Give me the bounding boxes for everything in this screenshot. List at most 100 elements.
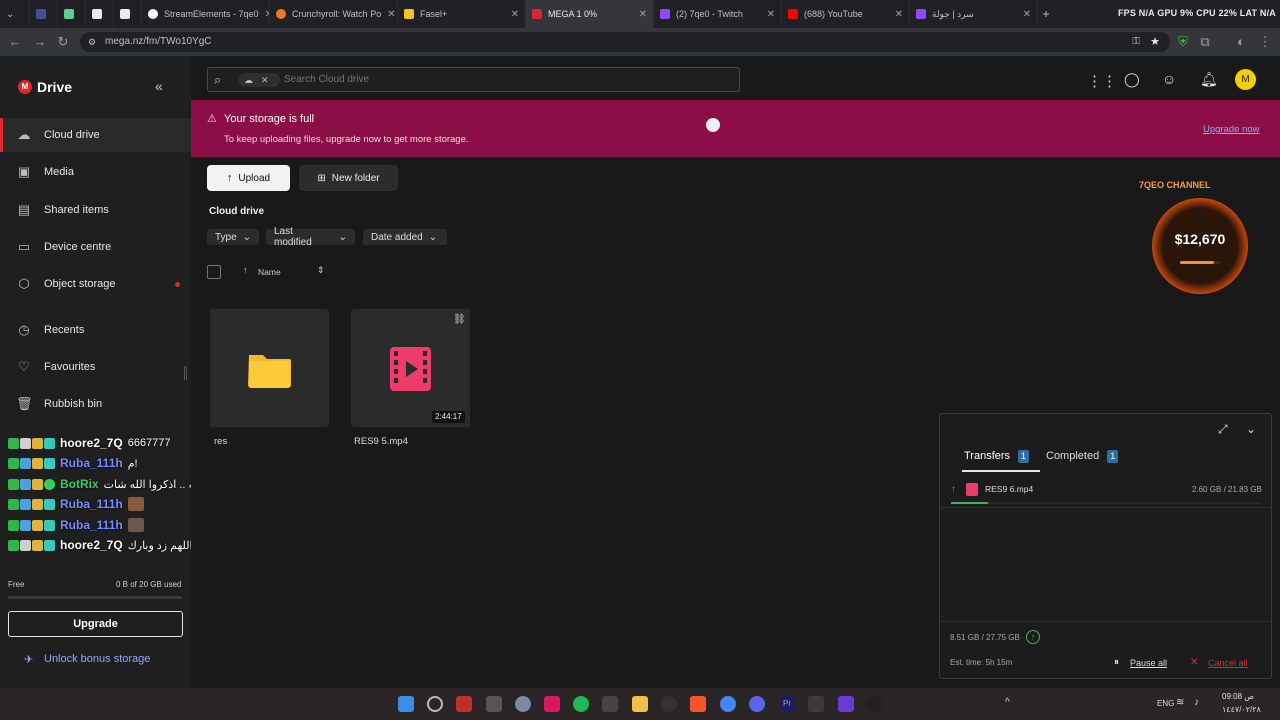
sidebar-item-device-centre[interactable]: ▭ Device centre <box>0 230 191 264</box>
tab-transfers[interactable]: Transfers 1 <box>964 450 1030 463</box>
filter-type[interactable]: Type ⌄ <box>207 229 259 245</box>
app-lightning-icon[interactable] <box>486 696 502 712</box>
sort-arrow-icon[interactable]: ↑ <box>243 265 248 275</box>
pinned-tab[interactable] <box>30 0 58 28</box>
sidebar-item-cloud-drive[interactable]: ☁ Cloud drive <box>0 118 191 152</box>
language-indicator[interactable]: ENG <box>1157 699 1174 708</box>
extension-shield-icon[interactable]: ⛨ <box>1175 34 1191 50</box>
notifications-bell-icon[interactable]: 🔔︎ <box>1200 71 1218 88</box>
clock-date[interactable]: ١٤٤٧/٠٢/٢٨ <box>1222 705 1261 714</box>
settings-gear-icon[interactable] <box>515 696 531 712</box>
tab-crunchyroll[interactable]: Crunchyroll: Watch Po ✕ <box>270 0 398 28</box>
tab-twitch-2[interactable]: سرد | جولة ✕ <box>910 0 1038 28</box>
new-tab-button[interactable]: + <box>1038 7 1054 21</box>
video-file-tile[interactable]: ⛓ 2:44:17 <box>351 309 470 427</box>
contacts-icon[interactable]: ☺ <box>1162 71 1176 87</box>
tab-menu-button[interactable]: ⌄ <box>0 0 30 28</box>
cancel-all-button[interactable]: Cancel all <box>1208 658 1248 668</box>
search-bar[interactable]: ⌕ ☁ ✕ <box>207 67 740 92</box>
site-info-icon[interactable]: ⚙ <box>88 32 96 52</box>
forward-icon[interactable]: → <box>32 34 48 50</box>
profile-icon[interactable]: ◐ <box>1233 34 1249 50</box>
collapse-sidebar-icon[interactable]: « <box>155 78 163 94</box>
sidebar-item-shared-items[interactable]: ▤ Shared items <box>0 193 191 227</box>
close-icon[interactable]: ✕ <box>761 9 775 20</box>
close-icon[interactable]: ✕ <box>381 9 395 20</box>
start-menu-icon[interactable] <box>398 696 414 712</box>
sidebar-item-favourites[interactable]: ♡ Favourites <box>0 350 191 384</box>
browser-menu-icon[interactable]: ⋮ <box>1257 34 1273 50</box>
tab-twitch[interactable]: (2) 7qe0 - Twitch ✕ <box>654 0 782 28</box>
chat-icon[interactable]: ◯ <box>1124 71 1140 88</box>
bookmark-star-icon[interactable]: ★ <box>1150 32 1160 52</box>
clear-scope-icon[interactable]: ✕ <box>261 75 269 85</box>
tab-streamelements[interactable]: StreamElements - 7qe0✕ <box>142 0 270 28</box>
column-sort-icon[interactable]: ⇕ <box>317 265 325 276</box>
unlock-bonus-storage-link[interactable]: Unlock bonus storage <box>44 653 150 665</box>
reload-icon[interactable]: ↻ <box>55 34 71 50</box>
close-icon[interactable]: ✕ <box>1017 9 1031 20</box>
sidebar-item-recents[interactable]: ◷ Recents <box>0 313 191 347</box>
chrome-icon[interactable] <box>720 696 736 712</box>
column-name-header[interactable]: Name <box>258 267 281 277</box>
scope-cloud-chip[interactable]: ☁ ✕ <box>238 73 280 87</box>
password-key-icon[interactable]: ⚿ <box>1132 32 1140 52</box>
breadcrumb[interactable]: Cloud drive <box>209 206 264 217</box>
folder-tile[interactable] <box>210 309 329 427</box>
tab-mega[interactable]: MEGA 1 0% ✕ <box>526 0 654 28</box>
app-photo-icon[interactable] <box>602 696 618 712</box>
pinned-tab[interactable] <box>58 0 86 28</box>
discord-icon[interactable] <box>749 696 765 712</box>
obs-icon[interactable] <box>661 696 677 712</box>
tab-fasel[interactable]: Fasel+ ✕ <box>398 0 526 28</box>
expand-panel-icon[interactable]: ⤢ <box>1218 422 1228 437</box>
sidebar-item-media[interactable]: ▣ Media <box>0 155 191 189</box>
app-red-icon[interactable] <box>456 696 472 712</box>
file-explorer-icon[interactable] <box>632 696 648 712</box>
apps-grid-icon[interactable]: ⋮⋮ <box>1087 72 1117 90</box>
collapse-panel-icon[interactable]: ⌄ <box>1246 422 1256 436</box>
volume-icon[interactable]: ♪ <box>1194 697 1199 708</box>
select-all-checkbox[interactable] <box>207 265 221 279</box>
file-name[interactable]: RES9 5.mp4 <box>354 436 408 447</box>
sidebar-item-label: Recents <box>44 324 85 336</box>
close-icon[interactable]: ✕ <box>889 9 903 20</box>
spotify-icon[interactable] <box>573 696 589 712</box>
pause-all-button[interactable]: Pause all <box>1130 658 1167 668</box>
close-icon[interactable]: ✕ <box>505 9 519 20</box>
app-pink-icon[interactable] <box>544 696 560 712</box>
search-icon[interactable] <box>427 696 443 712</box>
filter-last-modified[interactable]: Last modified ⌄ <box>266 226 355 248</box>
upgrade-now-link[interactable]: Upgrade now <box>1203 124 1260 135</box>
tab-completed[interactable]: Completed 1 <box>1046 450 1119 463</box>
extensions-icon[interactable]: ⧉ <box>1197 34 1213 50</box>
pinned-tab[interactable] <box>86 0 114 28</box>
brave-icon[interactable] <box>690 696 706 712</box>
upload-button[interactable]: ↑ Upload <box>207 165 290 191</box>
upgrade-button[interactable]: Upgrade <box>8 611 183 637</box>
clock-time[interactable]: 09:08 ص <box>1222 692 1254 701</box>
close-icon[interactable]: ✕ <box>633 9 647 20</box>
back-icon[interactable]: ← <box>7 34 23 50</box>
filter-date-added[interactable]: Date added ⌄ <box>363 229 447 245</box>
app-dot-icon[interactable] <box>867 696 883 712</box>
transfer-row[interactable]: ↑ RES9 6.mp4 2.60 GB / 21.83 GB <box>940 478 1271 508</box>
tab-youtube[interactable]: (688) YouTube ✕ <box>782 0 910 28</box>
sidebar-item-object-storage[interactable]: ⬡ Object storage <box>0 267 191 301</box>
avatar[interactable]: M <box>1235 69 1256 90</box>
upload-label: Upload <box>238 172 271 184</box>
pinned-tab[interactable] <box>114 0 142 28</box>
app-grid-icon[interactable] <box>838 696 854 712</box>
resize-handle[interactable] <box>184 366 187 380</box>
app-x-icon[interactable] <box>808 696 824 712</box>
sidebar-item-rubbish-bin[interactable]: 🗑 Rubbish bin <box>0 387 191 421</box>
search-input[interactable] <box>284 71 684 88</box>
new-folder-button[interactable]: ⊞ New folder <box>299 165 398 191</box>
premiere-icon[interactable]: Pr <box>779 696 795 712</box>
chevron-up-icon[interactable]: ^ <box>1005 697 1010 708</box>
close-icon[interactable]: ✕ <box>259 9 269 20</box>
address-bar[interactable]: ⚙ mega.nz/fm/TWo10YgC ⚿ ★ <box>80 32 1170 52</box>
link-icon[interactable]: ⛓ <box>453 314 466 325</box>
wifi-icon[interactable]: ≋ <box>1176 697 1184 708</box>
file-name[interactable]: res <box>214 436 227 447</box>
